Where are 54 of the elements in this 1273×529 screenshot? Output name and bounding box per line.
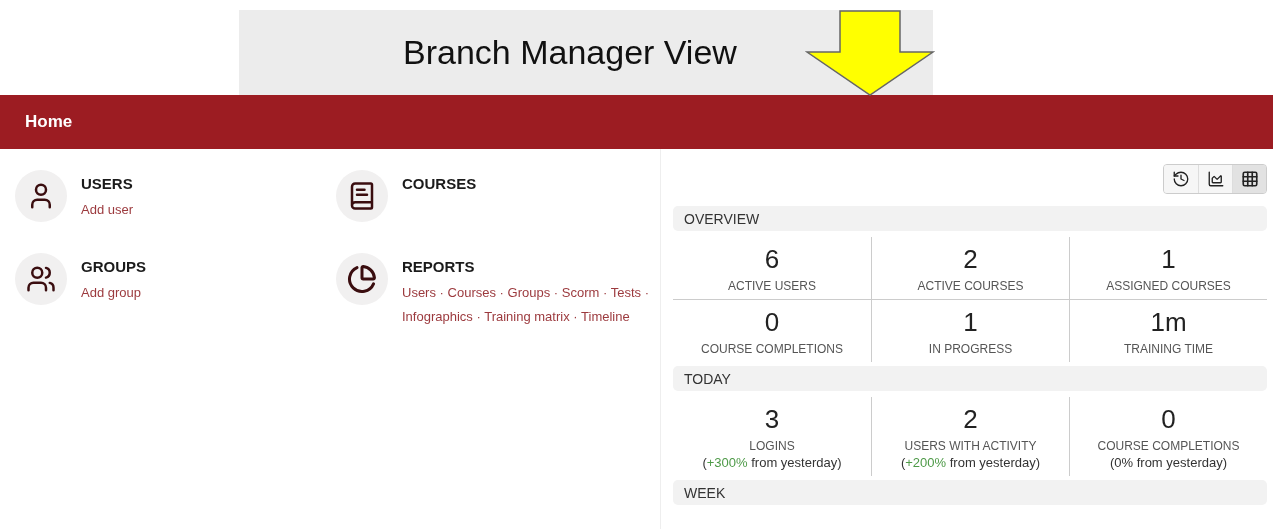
users-icon [26, 264, 56, 294]
stat-label: LOGINS [749, 439, 795, 453]
link[interactable]: Tests [610, 285, 642, 300]
link[interactable]: Scorm [561, 285, 600, 300]
stat-label: IN PROGRESS [928, 342, 1013, 356]
separator: · [644, 285, 650, 300]
stat-value: 0 [1161, 403, 1176, 435]
section-header: TODAY [673, 366, 1267, 391]
separator: · [439, 285, 444, 300]
stat-label: ASSIGNED COURSES [1106, 279, 1231, 293]
stat-label: USERS WITH ACTIVITY [904, 439, 1037, 453]
stat-change: (0% from yesterday) [1109, 455, 1227, 470]
stat-value: 6 [764, 243, 780, 275]
stat-label: COURSE COMPLETIONS [1097, 439, 1240, 453]
stat-value: 3 [764, 403, 780, 435]
link[interactable]: Training matrix [484, 309, 570, 324]
stat-value: 2 [963, 243, 978, 275]
section-title: COURSES [402, 175, 477, 192]
separator: · [603, 285, 608, 300]
pie-chart-icon [347, 264, 377, 294]
stat-label: ACTIVE COURSES [917, 279, 1024, 293]
area-chart-icon [1206, 170, 1225, 188]
grid-icon [1240, 170, 1259, 188]
stat-change: (+200% from yesterday) [900, 455, 1041, 470]
stat-value: 1 [1161, 243, 1176, 275]
link[interactable]: Timeline [581, 309, 630, 324]
separator: · [553, 285, 559, 300]
stat-value: 2 [963, 403, 978, 435]
stat-value: 1 [963, 306, 978, 338]
separator: · [573, 309, 578, 324]
section-title: GROUPS [81, 258, 147, 275]
link[interactable]: Add user [81, 202, 134, 217]
link[interactable]: Courses [447, 285, 496, 300]
section-title: USERS [81, 175, 134, 192]
stat-change: (+300% from yesterday) [702, 455, 842, 470]
section-title: REPORTS [402, 258, 476, 275]
link[interactable]: Add group [81, 285, 141, 300]
stat-label: ACTIVE USERS [728, 279, 816, 293]
view-toggle-button[interactable] [1232, 165, 1266, 193]
stat-value: 1m [1150, 306, 1187, 338]
link[interactable]: Infographics [402, 309, 473, 324]
section-header: WEEK [673, 480, 1267, 505]
stat-value: 0 [764, 306, 780, 338]
section-header: OVERVIEW [673, 206, 1267, 231]
banner-title: Branch Manager View [403, 33, 737, 72]
stat-label: COURSE COMPLETIONS [701, 342, 843, 356]
separator: · [476, 309, 481, 324]
page-title: Home [25, 112, 73, 132]
link[interactable]: Users [402, 285, 436, 300]
link[interactable]: Groups [507, 285, 551, 300]
separator: · [499, 285, 504, 300]
down-arrow-icon [805, 10, 935, 96]
history-icon [1172, 170, 1190, 188]
stat-label: TRAINING TIME [1123, 342, 1214, 356]
